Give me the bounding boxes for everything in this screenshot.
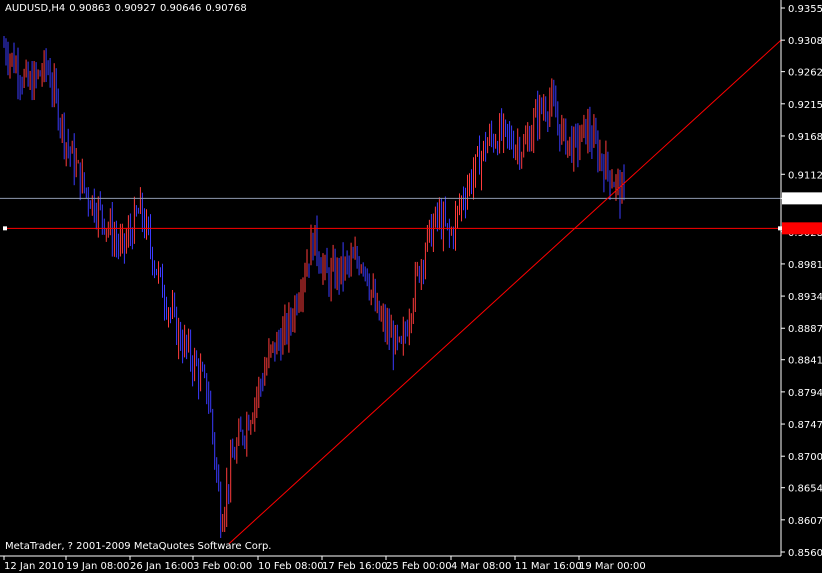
time-tick-label: 19 Mar 00:00 [579, 561, 646, 572]
time-tick-label: 4 Mar 08:00 [451, 561, 511, 572]
chart-background [0, 0, 822, 573]
low-value: 0.90646 [160, 3, 202, 14]
price-tick-label: 0.92150 [788, 100, 822, 111]
time-tick-label: 10 Feb 08:00 [258, 561, 324, 572]
hline-price-box [782, 222, 822, 235]
price-tick-label: 0.92620 [788, 68, 822, 79]
price-tick-label: 0.87940 [788, 388, 822, 399]
price-tick-label: 0.91680 [788, 132, 822, 143]
price-tick-label: 0.89340 [788, 292, 822, 303]
price-tick-label: 0.93550 [788, 4, 822, 15]
price-tick-label: 0.88410 [788, 356, 822, 367]
close-value: 0.90768 [205, 3, 247, 14]
time-tick-label: 17 Feb 16:00 [322, 561, 388, 572]
time-tick-label: 3 Feb 00:00 [193, 561, 252, 572]
price-tick-label: 0.85600 [788, 548, 822, 559]
price-tick-label: 0.88870 [788, 324, 822, 335]
hline-handle-left[interactable] [3, 226, 7, 231]
time-tick-label: 25 Feb 00:00 [386, 561, 452, 572]
symbol-label: AUDUSD,H4 [5, 3, 66, 14]
price-tick-label: 0.91120 [788, 170, 822, 181]
copyright-text: MetaTrader, ? 2001-2009 MetaQuotes Softw… [5, 541, 272, 552]
price-tick-label: 0.87000 [788, 452, 822, 463]
price-tick-label: 0.87470 [788, 420, 822, 431]
price-chart[interactable]: 0.93550 0.93080 0.92620 0.92150 0.91680 0.911… [0, 0, 822, 573]
time-tick-label: 26 Jan 16:00 [130, 561, 193, 572]
high-value: 0.90927 [114, 3, 157, 14]
time-tick-label: 11 Mar 16:00 [515, 561, 582, 572]
current-price-label: 0.90768 [788, 194, 822, 205]
price-tick-label: 0.93080 [788, 36, 822, 47]
chart-header: AUDUSD,H4 0.90863 0.90927 0.90646 0.90768 [5, 3, 251, 14]
price-tick-label: 0.86540 [788, 484, 822, 495]
price-tick-label: 0.89810 [788, 260, 822, 271]
time-tick-label: 12 Jan 2010 [4, 561, 64, 572]
price-tick-label: 0.86070 [788, 516, 822, 527]
time-tick-label: 19 Jan 08:00 [66, 561, 129, 572]
open-value: 0.90863 [69, 3, 111, 14]
